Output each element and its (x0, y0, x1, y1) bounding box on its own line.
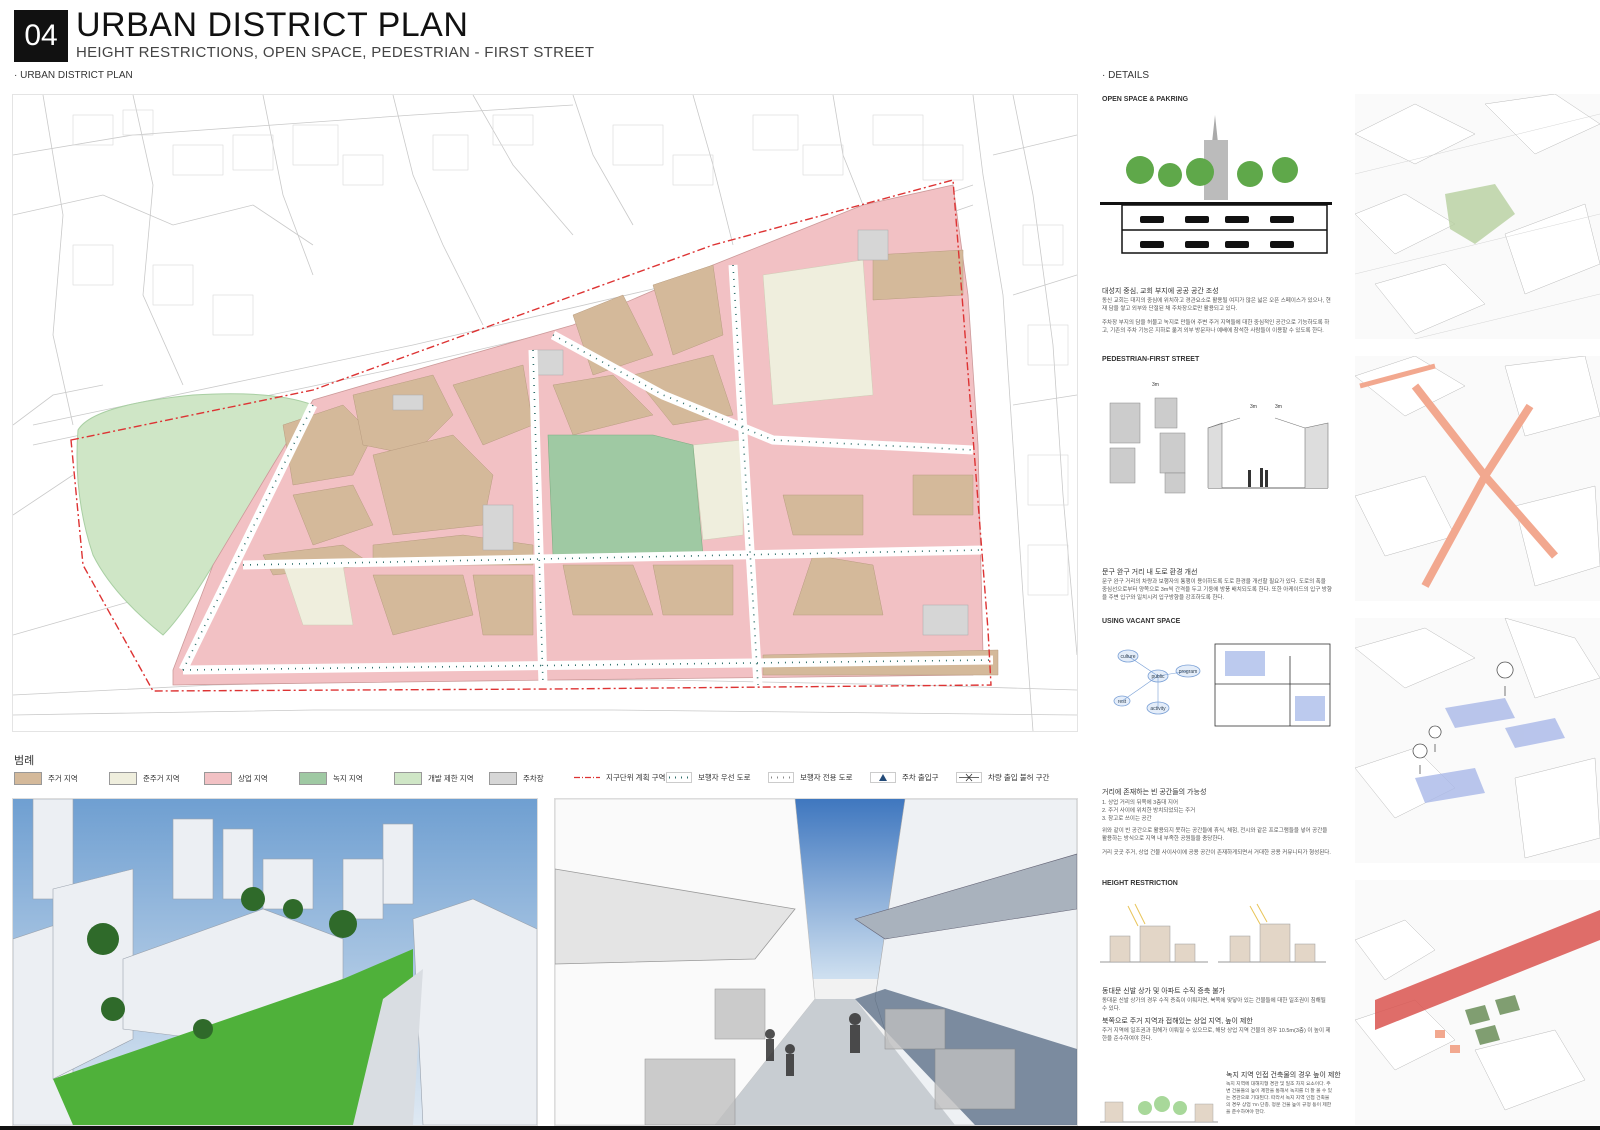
height-subheading-2: 북쪽으로 주거 지역과 접해있는 상업 지역, 높이 제한 (1102, 1018, 1253, 1025)
page-subtitle: HEIGHT RESTRICTIONS, OPEN SPACE, PEDESTR… (76, 44, 595, 61)
height-subheading-1: 동대문 신발 상가 및 아파트 수직 증축 불가 (1102, 988, 1226, 995)
ped-only-symbol (768, 772, 794, 783)
legend-item-ped-only: 보행자 전용 도로 (768, 772, 852, 783)
height-body-2: 주거 지역에 일조권과 침해가 이뤄질 수 있으므로, 해당 상업 지역 건물의… (1102, 1028, 1331, 1042)
pedestrian-body: 문구 완구 거리의 차량과 보행자의 통행이 용이하도록 도로 환경을 개선할 … (1102, 579, 1332, 601)
map-section-label: · URBAN DISTRICT PLAN (14, 70, 133, 81)
legend-item-no-vehicle: 차량 출입 불허 구간 (956, 772, 1049, 783)
vacant-space-diagram: culture public program rest activity (1100, 636, 1332, 732)
vacant-space-list: 1. 상업 거리의 뒤쪽에 3층대 지어 2. 주거 사이에 위치한 방치되었되… (1102, 800, 1196, 822)
section-number: 04 (24, 19, 58, 52)
pedestrian-heading: PEDESTRIAN-FIRST STREET (1102, 356, 1200, 363)
height-restriction-diagram (1100, 896, 1332, 968)
legend-item-ped-priority: 보행자 우선 도로 (666, 772, 750, 783)
legend-title: 범례 (14, 755, 35, 767)
ped-priority-symbol (666, 772, 692, 783)
page-title: URBAN DISTRICT PLAN (76, 6, 469, 44)
legend-item-parking: 주차장 (489, 772, 544, 785)
open-space-body-2: 주차장 부지의 담을 허물고 녹지로 만들어 주변 주거 지역들에 대한 중심적… (1102, 320, 1330, 334)
open-space-body-1: 동신 교회는 대지의 중심에 위치하고 경관요소로 활용될 여지가 많은 넓은 … (1102, 298, 1331, 312)
height-body-1: 동대문 신발 상가의 경우 수직 증축이 이뤄지면, 북쪽에 맞닿아 있는 건물… (1102, 998, 1326, 1012)
legend-swatch (299, 772, 327, 785)
bubble-label-program: program (1179, 669, 1198, 675)
park-perspective-rendering (12, 798, 538, 1126)
green-height-diagram (1100, 1084, 1218, 1124)
bubble-label-public: public (1151, 674, 1165, 680)
vacant-space-body-1: 위와 같이 빈 공간으로 활용되지 못하는 공간들에 휴식, 체험, 전시와 같… (1102, 828, 1328, 842)
legend-item-boundary: 지구단위 계획 구역 (574, 772, 665, 783)
vacant-space-heading: USING VACANT SPACE (1102, 618, 1181, 625)
axonometric-vacant-space (1355, 618, 1600, 863)
legend-swatch (109, 772, 137, 785)
legend-item-restricted: 개발 제한 지역 (394, 772, 474, 785)
district-plan-svg (12, 94, 1078, 732)
park-rendering-svg (13, 799, 537, 1125)
height-restriction-heading: HEIGHT RESTRICTION (1102, 880, 1178, 887)
height-body-3: 녹지 지역에 대해지형 경관 및 일조 차지 요소이다. 주변 건물들의 높이 … (1226, 1082, 1333, 1115)
section-number-badge: 04 (14, 10, 68, 62)
district-plan-map (12, 94, 1078, 732)
legend-item-residential: 주거 지역 (14, 772, 78, 785)
bottom-border (0, 1126, 1600, 1130)
details-section-label: · DETAILS (1102, 70, 1150, 81)
dim-label: 3m (1152, 382, 1159, 388)
dim-label: 3m (1250, 404, 1257, 410)
open-space-subheading: 대성지 중심, 교회 부지에 공공 공간 조성 (1102, 288, 1219, 295)
legend-swatch (394, 772, 422, 785)
open-space-heading: OPEN SPACE & PAKRING (1102, 96, 1189, 103)
height-subheading-3: 녹지 지역 인접 건축물의 경우 높이 제한 (1226, 1072, 1341, 1079)
green-zone-park (547, 434, 704, 556)
bubble-label-rest: rest (1118, 699, 1127, 705)
bubble-label-activity: activity (1150, 706, 1166, 712)
axonometric-height-restriction (1355, 880, 1600, 1125)
pedestrian-subheading: 문구 완구 거리 내 도로 환경 개선 (1102, 569, 1198, 576)
legend-swatch (489, 772, 517, 785)
axonometric-pedestrian-street (1355, 356, 1600, 601)
axonometric-open-space (1355, 94, 1600, 339)
legend: 주거 지역 준주거 지역 상업 지역 녹지 지역 개발 제한 지역 주차장 지구… (14, 772, 1074, 788)
triangle-icon (870, 772, 896, 783)
vacant-space-subheading: 거리에 존재하는 빈 공간들의 가능성 (1102, 789, 1207, 796)
bubble-label-culture: culture (1120, 654, 1135, 660)
vacant-space-body-2: 거리 곳곳 주거, 상업 건물 사이사이에 공용 공간이 존재하게되면서 거대한… (1102, 850, 1331, 856)
boundary-line-symbol (574, 776, 600, 779)
pedestrian-street-diagram: 3m 3m 3m (1100, 378, 1332, 498)
legend-item-commercial: 상업 지역 (204, 772, 268, 785)
legend-item-parking-entrance: 주차 출입구 (870, 772, 939, 783)
street-rendering-svg (555, 799, 1077, 1125)
no-vehicle-symbol (956, 772, 982, 783)
pedestrian-street-rendering (554, 798, 1078, 1126)
legend-swatch (204, 772, 232, 785)
legend-swatch (14, 772, 42, 785)
parking-section-diagram (1100, 110, 1332, 260)
legend-item-semi-residential: 준주거 지역 (109, 772, 180, 785)
dim-label: 3m (1275, 404, 1282, 410)
legend-item-green: 녹지 지역 (299, 772, 363, 785)
